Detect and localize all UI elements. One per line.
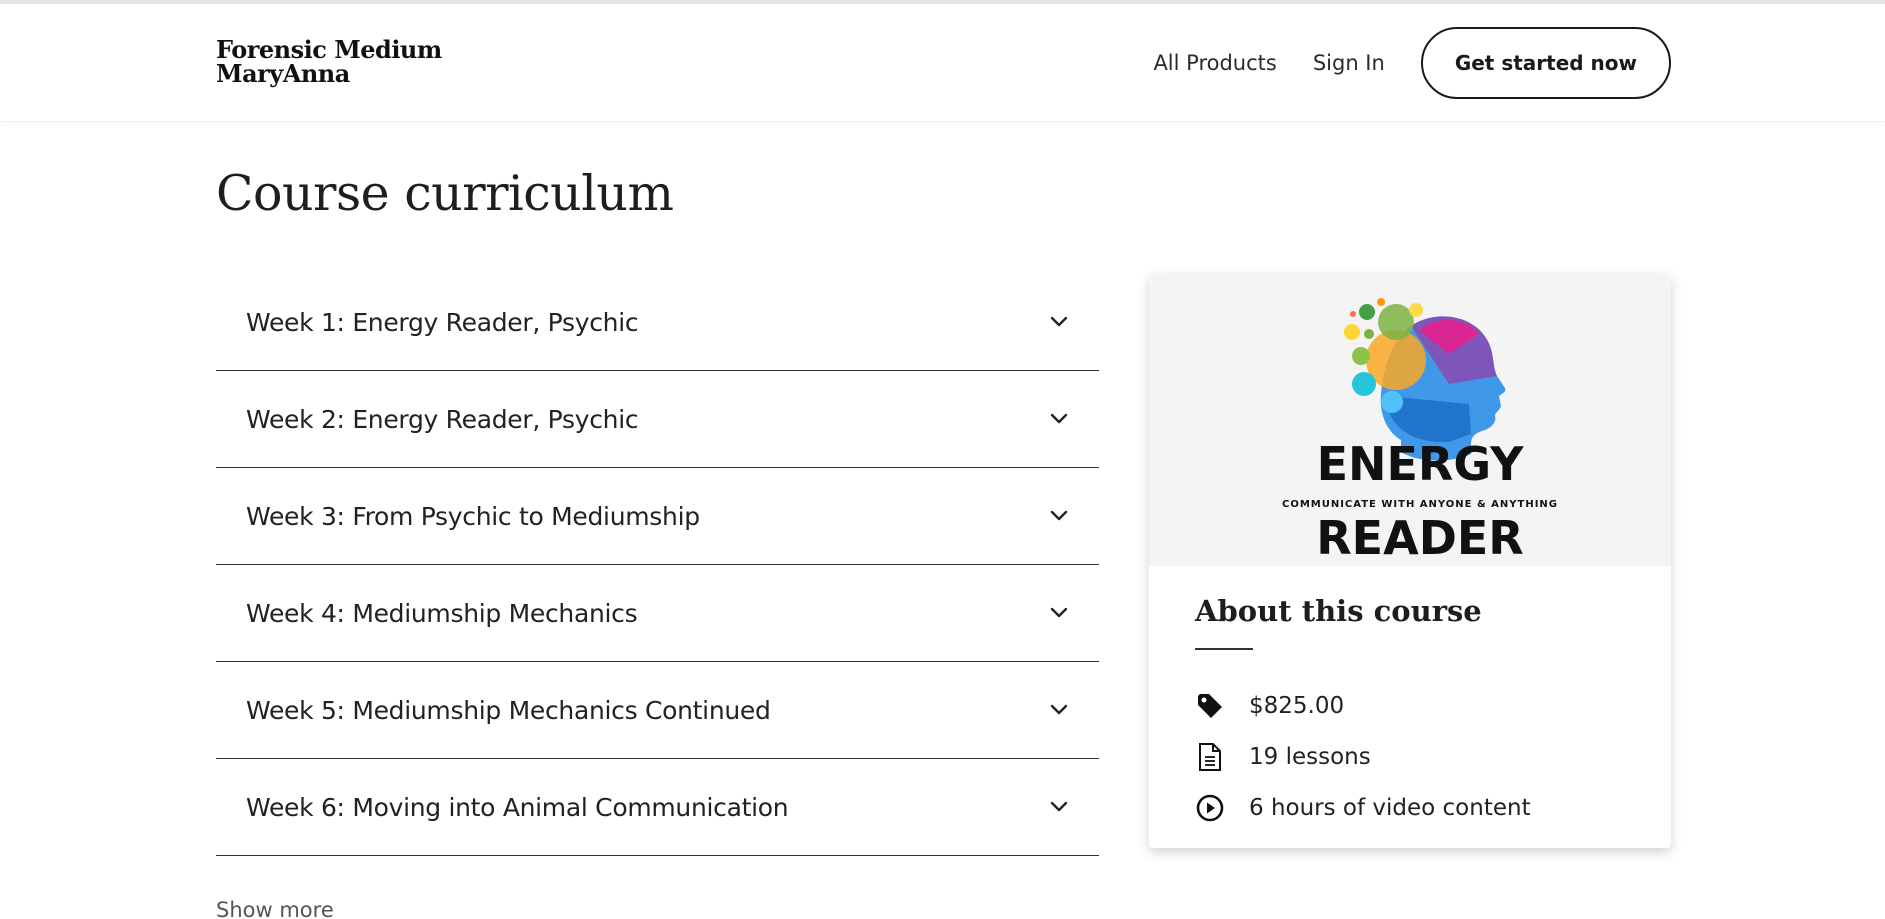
chevron-down-icon: [1049, 409, 1069, 429]
accordion-label: Week 4: Mediumship Mechanics: [246, 598, 638, 628]
course-info-card: ENERGY COMMUNICATE WITH ANYONE & ANYTHIN…: [1149, 274, 1671, 848]
site-logo[interactable]: Forensic Medium MaryAnna: [216, 38, 442, 86]
logo-word-reader: READER: [1316, 511, 1523, 565]
site-header: Forensic Medium MaryAnna All Products Si…: [0, 4, 1885, 122]
accordion-label: Week 5: Mediumship Mechanics Continued: [246, 695, 771, 725]
about-course-title: About this course: [1195, 594, 1482, 628]
course-details: About this course $825.00 19 lessons 6 h…: [1195, 594, 1635, 833]
accordion-week-1[interactable]: Week 1: Energy Reader, Psychic: [216, 274, 1099, 371]
accordion-week-3[interactable]: Week 3: From Psychic to Mediumship: [216, 468, 1099, 565]
curriculum-accordion: Week 1: Energy Reader, Psychic Week 2: E…: [216, 274, 1099, 856]
chevron-down-icon: [1049, 506, 1069, 526]
accordion-week-5[interactable]: Week 5: Mediumship Mechanics Continued: [216, 662, 1099, 759]
energy-reader-logo: ENERGY COMMUNICATE WITH ANYONE & ANYTHIN…: [1282, 298, 1558, 565]
nav-sign-in-link[interactable]: Sign In: [1313, 51, 1385, 75]
chevron-down-icon: [1049, 603, 1069, 623]
main-nav: All Products Sign In Get started now: [1153, 27, 1671, 99]
accordion-week-4[interactable]: Week 4: Mediumship Mechanics: [216, 565, 1099, 662]
course-image: ENERGY COMMUNICATE WITH ANYONE & ANYTHIN…: [1149, 274, 1671, 566]
video-duration: 6 hours of video content: [1249, 794, 1531, 821]
price-tag-icon: [1195, 691, 1225, 721]
play-circle-icon: [1195, 793, 1225, 823]
accordion-week-6[interactable]: Week 6: Moving into Animal Communication: [216, 759, 1099, 856]
accordion-label: Week 2: Energy Reader, Psychic: [246, 404, 639, 434]
logo-line-2: MaryAnna: [216, 59, 350, 88]
chevron-down-icon: [1049, 312, 1069, 332]
page-title: Course curriculum: [216, 165, 674, 222]
accordion-label: Week 6: Moving into Animal Communication: [246, 792, 789, 822]
price-row: $825.00: [1195, 680, 1635, 731]
lesson-count: 19 lessons: [1249, 743, 1371, 770]
get-started-button[interactable]: Get started now: [1420, 27, 1671, 99]
logo-word-energy: ENERGY: [1317, 437, 1525, 491]
nav-all-products-link[interactable]: All Products: [1153, 51, 1276, 75]
accordion-week-2[interactable]: Week 2: Energy Reader, Psychic: [216, 371, 1099, 468]
chevron-down-icon: [1049, 797, 1069, 817]
accordion-label: Week 3: From Psychic to Mediumship: [246, 501, 700, 531]
logo-tagline: COMMUNICATE WITH ANYONE & ANYTHING: [1282, 499, 1558, 510]
document-icon: [1195, 742, 1225, 772]
course-price: $825.00: [1249, 692, 1345, 719]
lessons-row: 19 lessons: [1195, 731, 1635, 782]
show-more-link[interactable]: Show more: [216, 898, 334, 919]
accordion-label: Week 1: Energy Reader, Psychic: [246, 307, 639, 337]
video-row: 6 hours of video content: [1195, 782, 1635, 833]
chevron-down-icon: [1049, 700, 1069, 720]
title-divider: [1195, 648, 1253, 650]
